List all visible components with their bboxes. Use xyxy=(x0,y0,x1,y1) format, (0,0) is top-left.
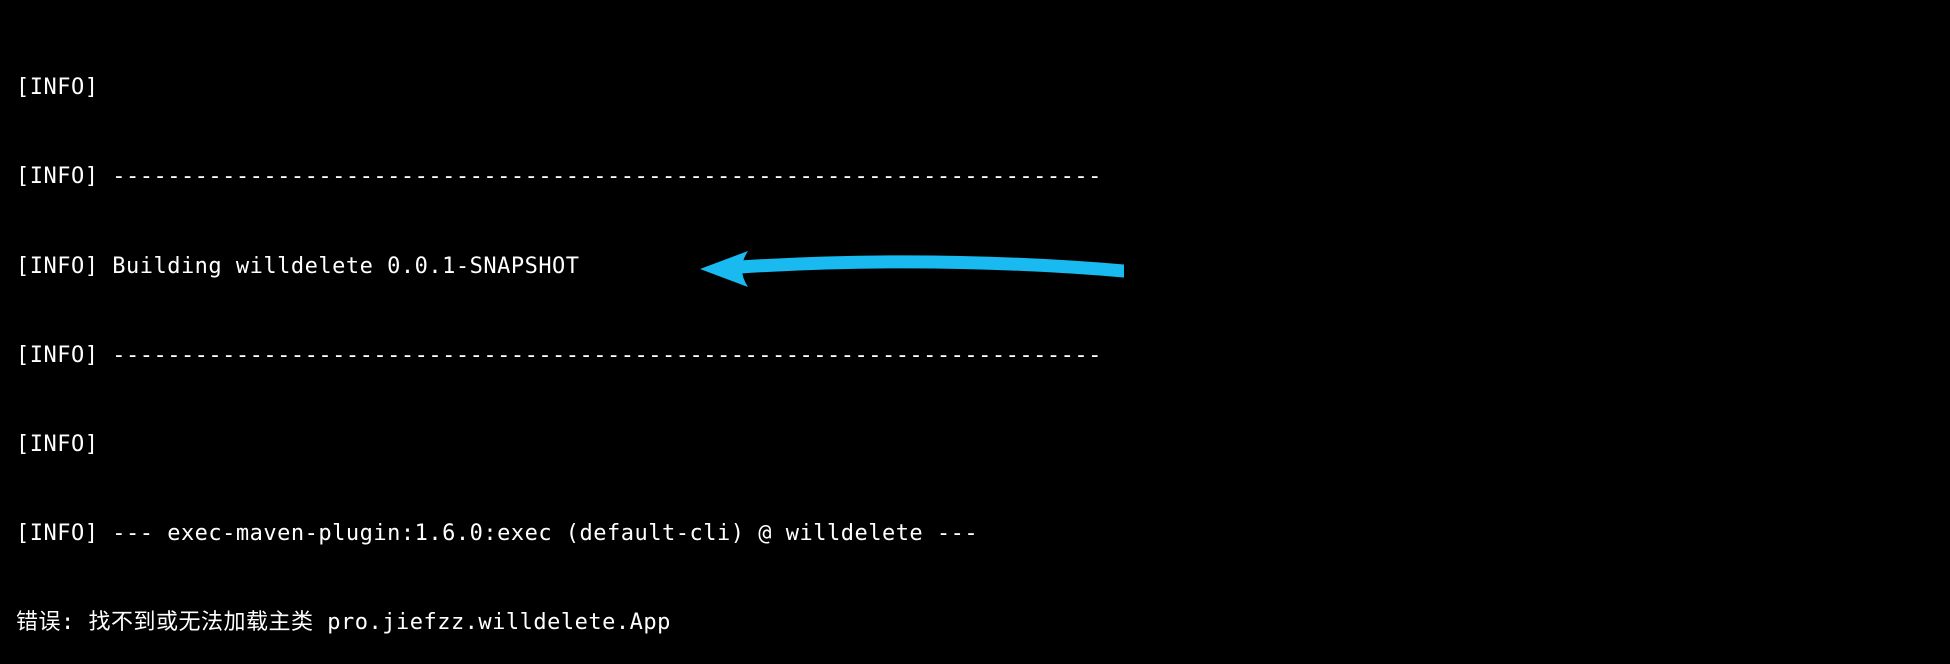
log-line-info-rule: [INFO] ---------------------------------… xyxy=(16,341,1934,371)
log-line-info-exec-plugin: [INFO] --- exec-maven-plugin:1.6.0:exec … xyxy=(16,519,1934,549)
log-line-info: [INFO] xyxy=(16,430,1934,460)
log-line-info: [INFO] xyxy=(16,73,1934,103)
log-line-info-building: [INFO] Building willdelete 0.0.1-SNAPSHO… xyxy=(16,252,1934,282)
log-line-error-chinese-main-class: 错误: 找不到或无法加载主类 pro.jiefzz.willdelete.App xyxy=(16,608,1934,638)
terminal-output: [INFO] [INFO] --------------------------… xyxy=(0,0,1950,664)
log-line-info-rule: [INFO] ---------------------------------… xyxy=(16,162,1934,192)
